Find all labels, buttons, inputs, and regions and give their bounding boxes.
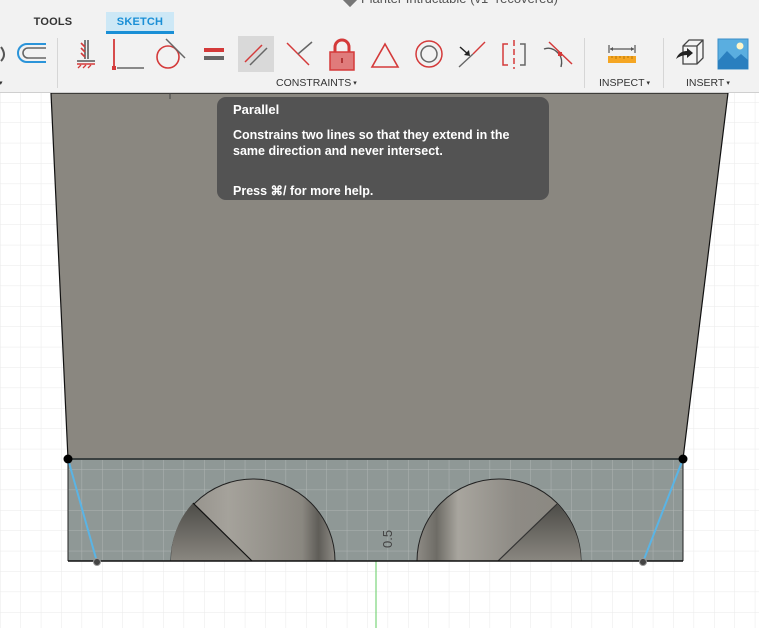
horizontal-vertical-icon bbox=[112, 39, 144, 70]
tangent-button[interactable] bbox=[151, 36, 187, 72]
offset-button[interactable] bbox=[14, 36, 50, 72]
sketch-point-left-bottom[interactable] bbox=[93, 558, 101, 566]
parallel-icon bbox=[244, 44, 268, 66]
fix-unfix-button[interactable] bbox=[324, 36, 360, 72]
ruler-icon bbox=[608, 45, 636, 63]
tooltip-body: Constrains two lines so that they extend… bbox=[233, 128, 510, 158]
offset-icon bbox=[17, 43, 46, 63]
tooltip-title: Parallel bbox=[233, 102, 280, 117]
midpoint-button[interactable] bbox=[367, 36, 403, 72]
constraints-menu[interactable]: CONSTRAINTS ▾ bbox=[276, 77, 357, 89]
create-group-caret[interactable]: ▾ bbox=[0, 77, 3, 89]
inspect-menu[interactable]: INSPECT ▾ bbox=[599, 77, 650, 89]
triangle-icon bbox=[370, 42, 400, 68]
toolbar-separator bbox=[584, 38, 585, 88]
parallel-button[interactable] bbox=[238, 36, 274, 72]
window-title: Planter Intructable (v1~recovered) bbox=[342, 0, 558, 7]
document-icon bbox=[342, 0, 358, 7]
sketch-point-right-bottom[interactable] bbox=[639, 558, 647, 566]
partial-tool-icon bbox=[0, 46, 5, 62]
perpendicular-icon bbox=[286, 41, 313, 66]
concentric-button[interactable] bbox=[411, 36, 447, 72]
sketch-point-left-top[interactable] bbox=[63, 454, 73, 464]
partial-tool-button[interactable] bbox=[0, 36, 10, 72]
window-title-text: Planter Intructable (v1~recovered) bbox=[361, 0, 558, 6]
tangent-icon bbox=[156, 38, 186, 69]
curvature-icon bbox=[543, 41, 573, 68]
measure-button[interactable] bbox=[604, 36, 640, 72]
insert-derive-button[interactable] bbox=[672, 36, 708, 72]
collinear-button[interactable] bbox=[453, 36, 489, 72]
tooltip-help: Press ⌘/ for more help. bbox=[233, 184, 374, 198]
symmetry-icon bbox=[502, 40, 526, 69]
profile-grid bbox=[68, 459, 683, 561]
inspect-label: INSPECT bbox=[599, 77, 645, 89]
insert-label: INSERT bbox=[686, 77, 725, 89]
coincident-icon bbox=[77, 40, 95, 69]
constraints-label: CONSTRAINTS bbox=[276, 77, 352, 89]
equal-button[interactable] bbox=[196, 36, 232, 72]
horizontal-vertical-button[interactable] bbox=[109, 36, 145, 72]
collinear-icon bbox=[458, 41, 486, 68]
perpendicular-button[interactable] bbox=[282, 36, 318, 72]
toolbar-separator bbox=[57, 38, 58, 88]
insert-menu[interactable]: INSERT ▾ bbox=[686, 77, 730, 89]
lock-icon bbox=[329, 38, 355, 71]
symmetry-button[interactable] bbox=[496, 36, 532, 72]
coincident-button[interactable] bbox=[67, 36, 103, 72]
tab-tools[interactable]: TOOLS bbox=[26, 12, 80, 32]
toolbar: Planter Intructable (v1~recovered) TOOLS… bbox=[0, 0, 759, 93]
dimension-label[interactable]: 0.5 bbox=[380, 530, 395, 548]
equal-icon bbox=[204, 48, 224, 60]
toolbar-separator bbox=[663, 38, 664, 88]
chevron-down-icon: ▾ bbox=[726, 80, 730, 87]
tab-sketch[interactable]: SKETCH bbox=[106, 12, 174, 34]
image-icon bbox=[717, 38, 749, 70]
concentric-icon bbox=[415, 40, 443, 68]
insert-derive-icon bbox=[676, 39, 704, 65]
chevron-down-icon: ▾ bbox=[646, 80, 651, 87]
insert-canvas-button[interactable] bbox=[715, 36, 751, 72]
parallel-tooltip: Parallel Constrains two lines so that th… bbox=[217, 97, 549, 200]
chevron-down-icon: ▾ bbox=[353, 80, 357, 87]
sketch-point-right-top[interactable] bbox=[678, 454, 688, 464]
curvature-button[interactable] bbox=[539, 36, 575, 72]
